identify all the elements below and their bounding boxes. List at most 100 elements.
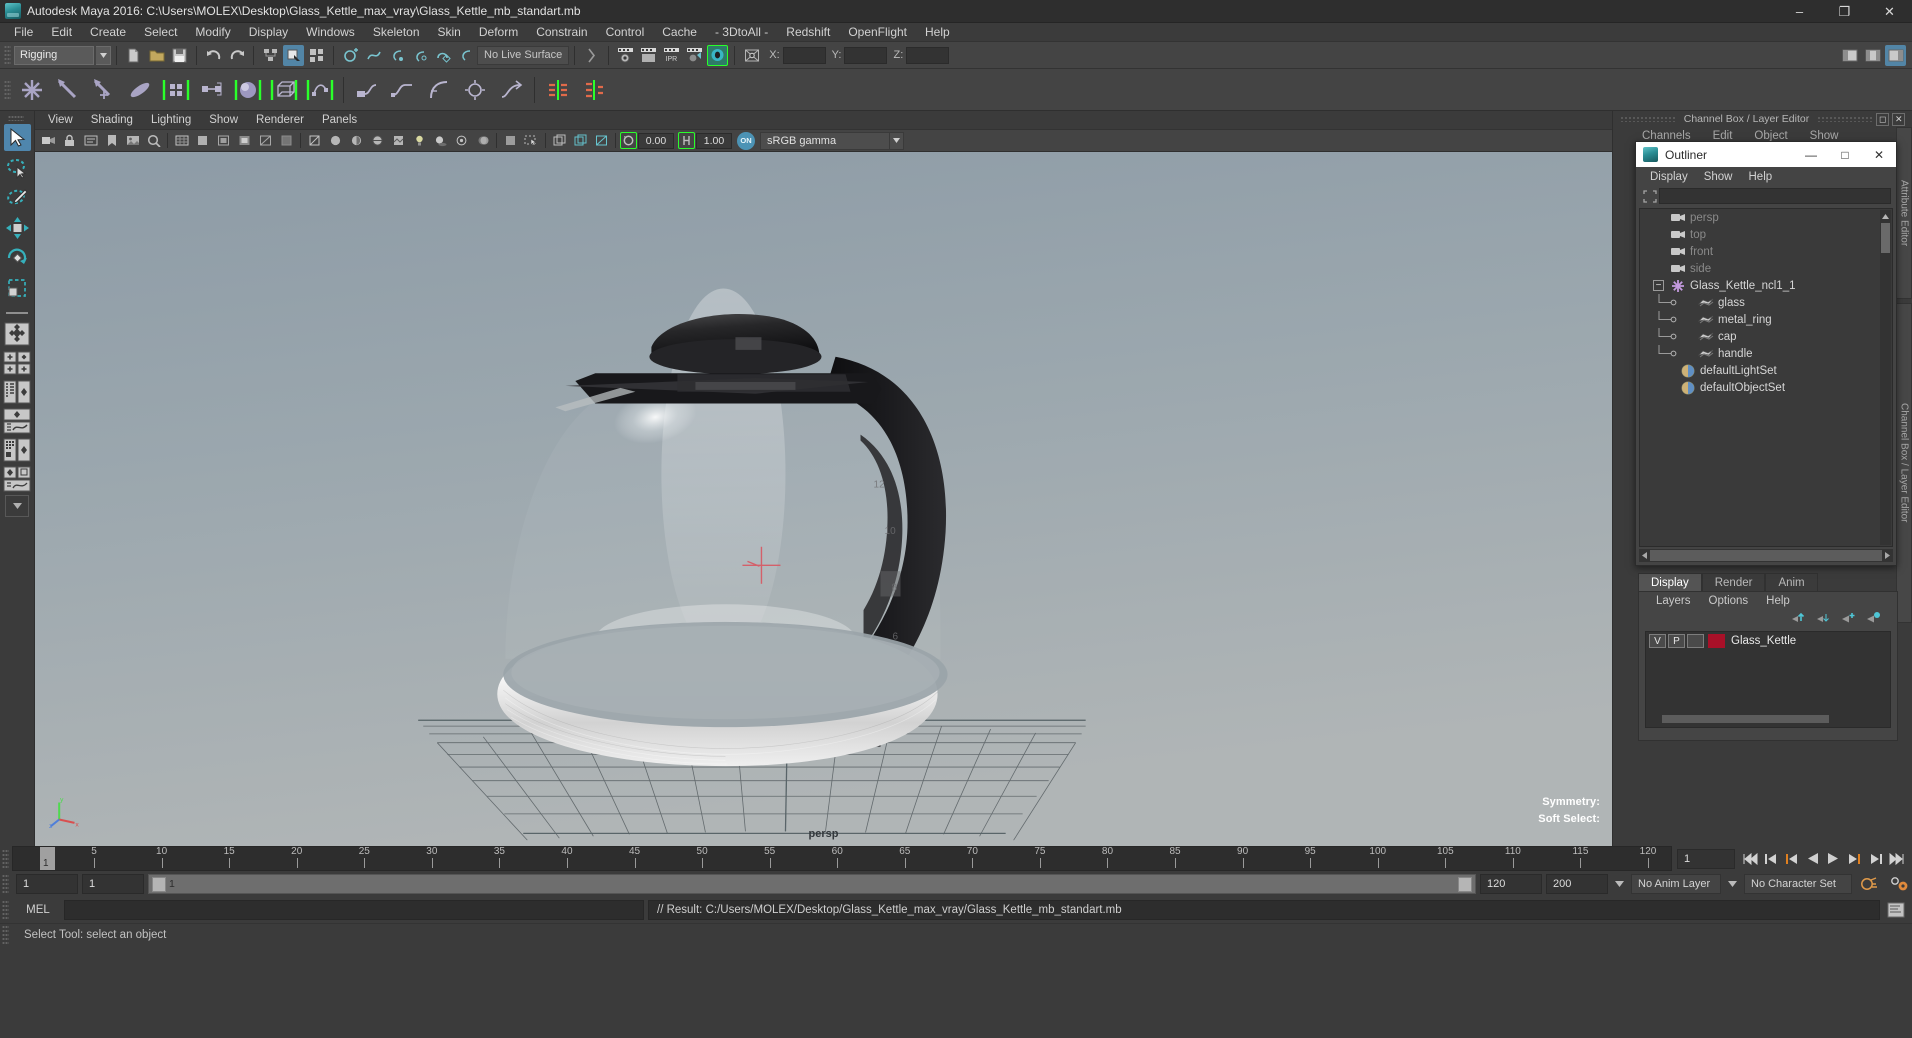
outliner-search-input[interactable] [1659,188,1891,204]
mirror-skin-weights-icon[interactable] [578,74,610,106]
motion-blur-icon[interactable] [473,131,492,150]
command-language-label[interactable]: MEL [12,904,64,916]
image-plane-icon[interactable] [123,131,142,150]
snap-to-view-plane-icon[interactable] [409,45,430,66]
cluster-deformer-icon[interactable] [304,74,336,106]
undock-panel-icon[interactable]: ◻ [1876,112,1890,126]
undo-icon[interactable] [203,45,224,66]
layout-more-chevron-down-icon[interactable] [5,495,29,517]
outliner-item-metal_ring[interactable]: metal_ring [1640,311,1892,328]
color-profile-selector[interactable]: sRGB gamma [760,131,890,150]
animation-preferences-icon[interactable] [1886,876,1912,892]
snap-to-point-icon[interactable] [386,45,407,66]
time-slider-grip[interactable] [2,848,9,869]
wireframe-shading-icon[interactable] [305,131,324,150]
shaded-wireframe-icon[interactable] [368,131,387,150]
new-scene-icon[interactable] [123,45,144,66]
make-live-icon[interactable] [432,45,453,66]
persp-graph-layout-icon[interactable] [3,408,32,434]
rotate-tool-icon[interactable] [4,244,31,271]
outliner-item-handle[interactable]: handle [1640,345,1892,362]
outliner-item-defaultlightset[interactable]: defaultLightSet [1640,362,1892,379]
screen-space-ao-icon[interactable] [452,131,471,150]
menu-set-selector[interactable]: Rigging [14,45,94,65]
redshift-render-icon[interactable] [707,44,729,66]
step-back-keyframe-button[interactable] [1761,849,1780,869]
lasso-select-tool-icon[interactable] [4,154,31,181]
outliner-item-persp[interactable]: persp [1640,209,1892,226]
layer-list[interactable]: V P Glass_Kettle [1645,631,1891,728]
xray-mode-icon[interactable] [277,131,296,150]
move-layer-up-icon[interactable] [1790,611,1806,627]
tab-attribute-editor[interactable]: Attribute Editor [1896,127,1912,299]
anim-layer-chevron-down-icon[interactable] [1725,874,1740,894]
viewport-menu-view[interactable]: View [39,111,82,129]
camera-attributes-icon[interactable] [81,131,100,150]
range-handle-left[interactable] [152,876,166,892]
maximize-button[interactable]: ❐ [1822,0,1867,23]
smooth-shade-selected-icon[interactable] [347,131,366,150]
gamma-value-field[interactable]: 1.00 [696,132,732,149]
select-by-object-type-icon[interactable] [283,44,304,66]
menu-item-edit[interactable]: Edit [42,23,81,42]
menu-item-select[interactable]: Select [135,23,186,42]
command-input-field[interactable] [64,900,644,920]
step-forward-keyframe-button[interactable] [1866,849,1885,869]
outliner-item-glass_kettle_ncl1_1[interactable]: − Glass_Kettle_ncl1_1 [1640,277,1892,294]
tab-channel-box-layer-editor[interactable]: Channel Box / Layer Editor [1896,303,1912,623]
outliner-scroll-right-icon[interactable] [1882,549,1893,562]
outliner-item-cap[interactable]: cap [1640,328,1892,345]
hypershade-persp-layout-icon[interactable] [3,437,32,463]
menu-item-file[interactable]: File [5,23,42,42]
select-marquee-icon[interactable] [522,131,541,150]
gamma-reset-icon[interactable] [678,132,695,149]
outliner-item-top[interactable]: top [1640,226,1892,243]
menu-item-cache[interactable]: Cache [653,23,706,42]
x-coord-input[interactable] [782,46,826,64]
menu-item-help[interactable]: Help [916,23,959,42]
toolbox-grip[interactable] [7,115,24,121]
character-set-selector[interactable]: No Character Set [1744,874,1852,894]
outliner-filter-icon[interactable] [1641,188,1659,204]
live-surface-field[interactable]: No Live Surface [477,45,570,65]
move-tool-icon[interactable] [4,214,31,241]
range-slider-grip[interactable] [2,874,9,894]
pivot-display-icon[interactable] [741,45,762,66]
layer-playback-toggle[interactable]: P [1668,634,1685,648]
layer-color-swatch[interactable] [1708,634,1725,648]
layer-menu-options[interactable]: Options [1700,595,1758,607]
mirror-joint-icon[interactable] [542,74,574,106]
menu-item-display[interactable]: Display [240,23,297,42]
outliner-item-defaultobjectset[interactable]: defaultObjectSet [1640,379,1892,396]
outliner-item-glass[interactable]: glass [1640,294,1892,311]
command-line-grip[interactable] [2,900,9,920]
shelf-grip[interactable] [4,79,11,100]
statusline-grip[interactable] [4,45,11,65]
go-to-start-button[interactable] [1740,849,1759,869]
render-sequence-icon[interactable] [638,45,659,66]
time-slider-playhead[interactable]: 1 [40,847,55,870]
status-bar-grip[interactable] [2,924,9,945]
layer-list-scrollbar[interactable] [1652,714,1884,724]
menu-item-modify[interactable]: Modify [186,23,239,42]
snap-curve-icon-2[interactable] [455,45,476,66]
layer-visibility-toggle[interactable]: V [1649,634,1666,648]
current-frame-field[interactable]: 1 [1677,848,1735,869]
film-gate-icon[interactable] [193,131,212,150]
outliner-item-side[interactable]: side [1640,260,1892,277]
paint-skin-weights-icon[interactable] [196,74,228,106]
go-to-end-button[interactable] [1887,849,1906,869]
panel-grip-left[interactable] [1619,116,1676,122]
move-layer-down-icon[interactable] [1815,611,1831,627]
range-end-field[interactable]: 120 [1480,874,1542,894]
z-coord-input[interactable] [906,46,950,64]
layer-editor-tab-display[interactable]: Display [1638,573,1702,591]
menu-item-skin[interactable]: Skin [429,23,470,42]
open-scene-icon[interactable] [146,45,167,66]
menu-item-create[interactable]: Create [81,23,135,42]
auto-keyframe-toggle-icon[interactable] [1856,876,1882,892]
select-by-hierarchy-icon[interactable] [260,45,281,66]
layer-state-toggle[interactable] [1687,634,1704,648]
menu-item-deform[interactable]: Deform [470,23,527,42]
menu-item-constrain[interactable]: Constrain [527,23,596,42]
